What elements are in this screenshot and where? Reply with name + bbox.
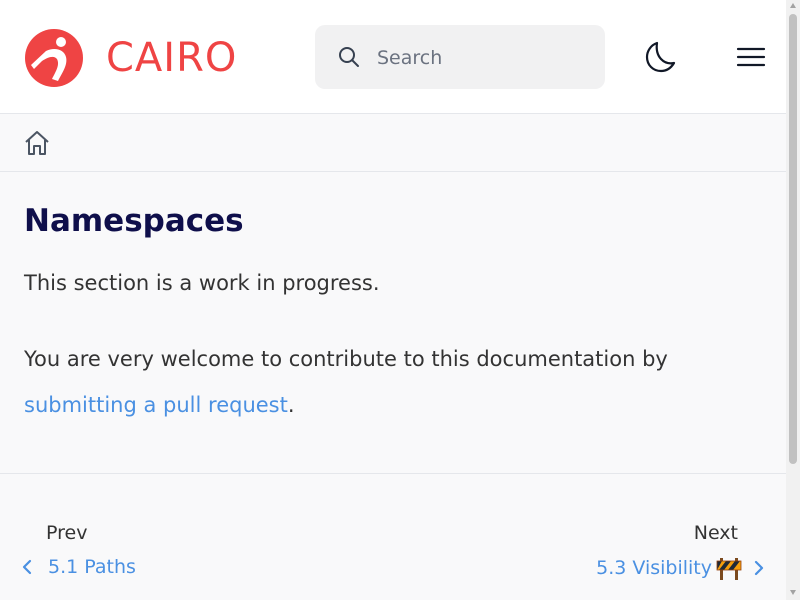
pull-request-link[interactable]: submitting a pull request [24,393,288,417]
divider [0,473,786,474]
scrollbar-thumb[interactable] [789,14,797,464]
brand-name: CAIRO [106,35,238,81]
page: CAIRO Namespaces This section is a work … [0,0,786,600]
search-box[interactable] [315,25,605,89]
logo[interactable]: CAIRO [24,29,237,87]
menu-icon[interactable] [735,42,767,72]
page-title: Namespaces [24,203,244,239]
search-icon [339,47,359,67]
search-input[interactable] [375,41,589,75]
next-link[interactable]: 5.3 Visibility [596,556,766,580]
prev-label: Prev [46,522,88,544]
wip-notice: This section is a work in progress. [24,271,380,295]
contribute-text: You are very welcome to contribute to th… [24,347,668,371]
prev-title: 5.1 Paths [48,556,136,578]
chevron-left-icon [22,559,32,575]
home-icon[interactable] [23,129,51,157]
scroll-up-arrow-icon[interactable] [789,2,797,10]
moon-icon[interactable] [642,40,676,74]
next-label: Next [693,522,738,544]
chevron-right-icon [754,560,764,576]
breadcrumb [0,114,786,172]
logo-icon [25,29,83,87]
prev-link[interactable]: 5.1 Paths [20,556,136,578]
construction-barrier-icon [716,558,742,580]
next-title: 5.3 Visibility [596,557,712,579]
scroll-down-arrow-icon[interactable] [789,588,797,596]
paragraph-end: . [287,393,295,417]
scrollbar[interactable] [786,0,800,600]
contribute-paragraph: You are very welcome to contribute to th… [24,336,764,428]
header: CAIRO [0,0,786,114]
